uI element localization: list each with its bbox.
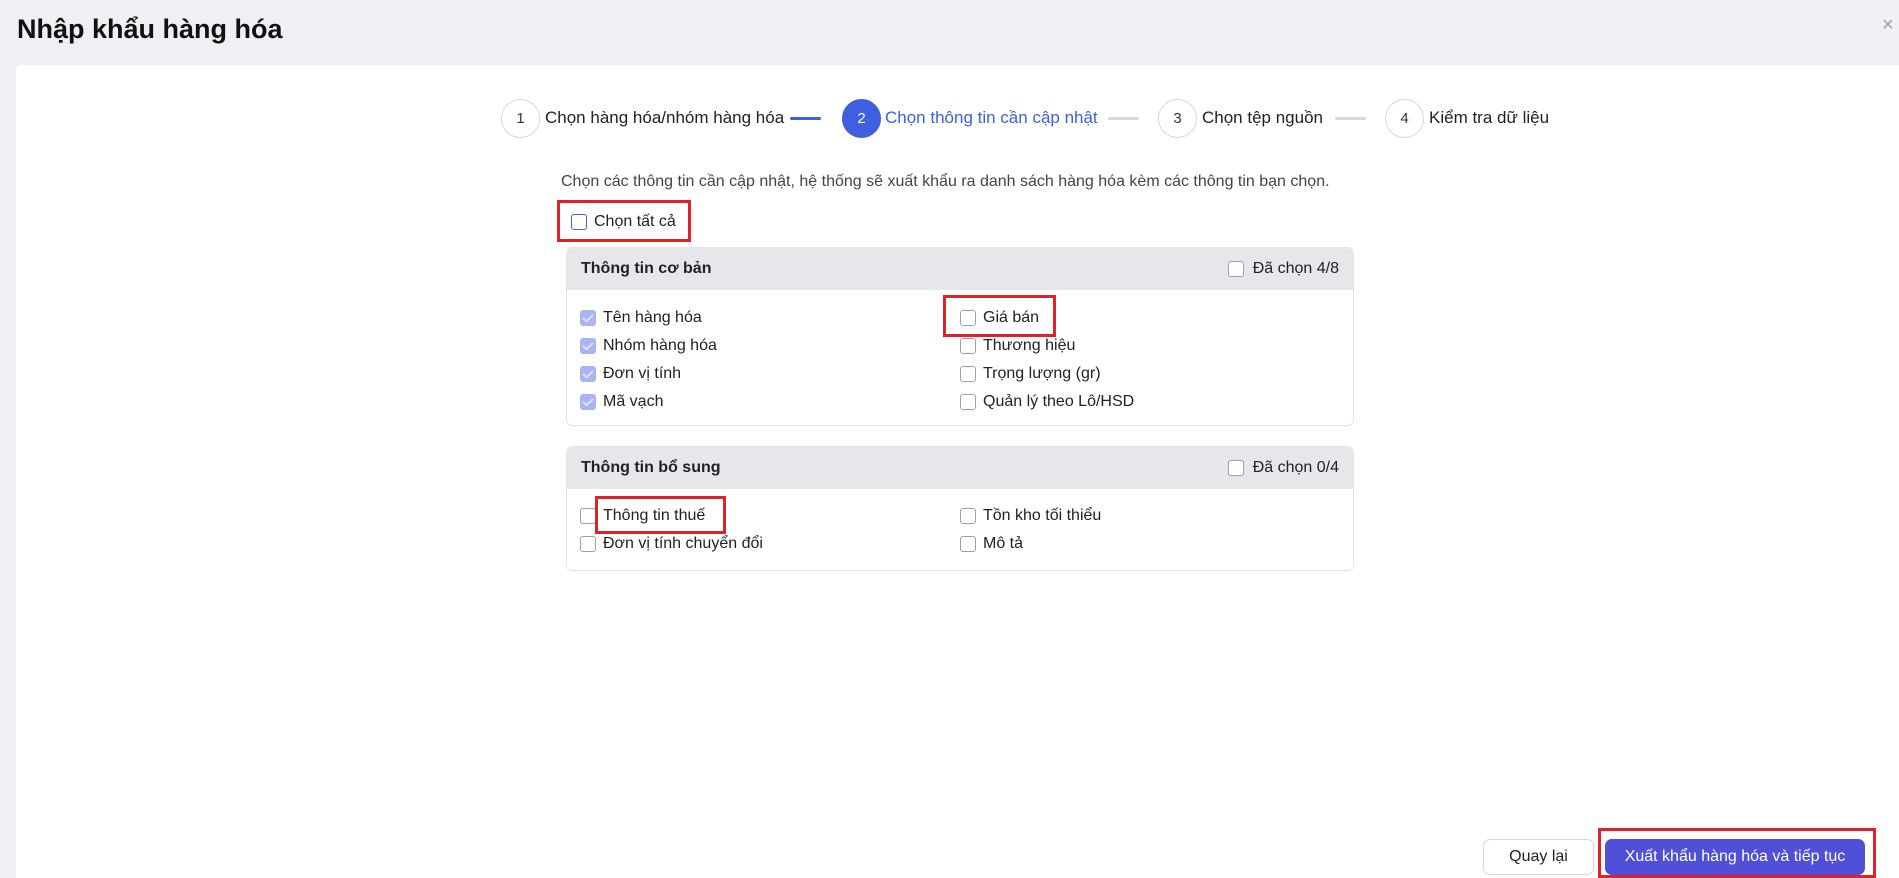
checkbox[interactable] bbox=[580, 366, 596, 382]
highlight-box bbox=[1598, 828, 1876, 878]
back-button[interactable]: Quay lại bbox=[1483, 839, 1594, 875]
option-label: Mã vạch bbox=[603, 393, 664, 410]
option-don-vi-tinh[interactable]: Đơn vị tính bbox=[580, 365, 681, 383]
option-label: Nhóm hàng hóa bbox=[603, 337, 717, 354]
checkbox[interactable] bbox=[960, 508, 976, 524]
step-1-label: Chọn hàng hóa/nhóm hàng hóa bbox=[545, 108, 785, 127]
checkbox[interactable] bbox=[960, 394, 976, 410]
option-quan-ly-lo-hsd[interactable]: Quản lý theo Lô/HSD bbox=[960, 393, 1134, 411]
option-ten-hang-hoa[interactable]: Tên hàng hóa bbox=[580, 309, 702, 327]
highlight-box bbox=[943, 295, 1056, 337]
checkbox[interactable] bbox=[580, 310, 596, 326]
checkbox[interactable] bbox=[960, 366, 976, 382]
instructions: Chọn các thông tin cần cập nhật, hệ thốn… bbox=[561, 173, 1330, 190]
group-select-all[interactable]: Đã chọn 0/4 bbox=[1227, 459, 1339, 477]
step-1-circle: 1 bbox=[501, 99, 540, 138]
checkbox[interactable] bbox=[1227, 460, 1244, 476]
option-label: Đơn vị tính bbox=[603, 365, 682, 382]
option-label: Trọng lượng (gr) bbox=[983, 365, 1101, 382]
step-2-label: Chọn thông tin cần cập nhật bbox=[885, 108, 1098, 127]
option-ma-vach[interactable]: Mã vạch bbox=[580, 393, 663, 411]
step-connector bbox=[1335, 117, 1366, 120]
option-ton-kho-toi-thieu[interactable]: Tồn kho tối thiểu bbox=[960, 507, 1101, 525]
checkbox[interactable] bbox=[960, 536, 976, 552]
checkbox[interactable] bbox=[1227, 261, 1244, 277]
group-title: Thông tin bổ sung bbox=[581, 459, 721, 476]
checkbox[interactable] bbox=[580, 394, 596, 410]
highlight-box bbox=[557, 200, 691, 242]
group-title: Thông tin cơ bản bbox=[581, 260, 712, 277]
option-don-vi-tinh-chuyen-doi[interactable]: Đơn vị tính chuyển đổi bbox=[580, 535, 763, 553]
option-thuong-hieu[interactable]: Thương hiệu bbox=[960, 337, 1075, 355]
step-3-circle: 3 bbox=[1158, 99, 1197, 138]
option-label: Tên hàng hóa bbox=[603, 309, 702, 326]
option-label: Mô tả bbox=[983, 535, 1024, 552]
checkbox[interactable] bbox=[580, 338, 596, 354]
selected-count: Đã chọn 4/8 bbox=[1252, 260, 1339, 277]
dialog-title: Nhập khẩu hàng hóa bbox=[17, 14, 283, 44]
checkbox[interactable] bbox=[580, 536, 596, 552]
step-connector bbox=[1108, 117, 1139, 120]
option-mo-ta[interactable]: Mô tả bbox=[960, 535, 1023, 553]
close-icon[interactable]: × bbox=[1882, 14, 1894, 37]
step-2-circle: 2 bbox=[842, 99, 881, 138]
option-label: Quản lý theo Lô/HSD bbox=[983, 393, 1135, 410]
checkbox[interactable] bbox=[580, 508, 596, 524]
step-3-label: Chọn tệp nguồn bbox=[1202, 108, 1323, 127]
checkbox[interactable] bbox=[960, 338, 976, 354]
option-label: Thương hiệu bbox=[983, 337, 1076, 354]
step-connector bbox=[790, 117, 821, 120]
selected-count: Đã chọn 0/4 bbox=[1252, 459, 1339, 476]
option-label: Đơn vị tính chuyển đổi bbox=[603, 535, 763, 552]
step-4-label: Kiểm tra dữ liệu bbox=[1429, 108, 1550, 127]
option-trong-luong[interactable]: Trọng lượng (gr) bbox=[960, 365, 1101, 383]
option-nhom-hang-hoa[interactable]: Nhóm hàng hóa bbox=[580, 337, 717, 355]
step-4-circle: 4 bbox=[1385, 99, 1424, 138]
highlight-box bbox=[595, 496, 726, 534]
option-label: Tồn kho tối thiểu bbox=[983, 507, 1102, 524]
group-select-all[interactable]: Đã chọn 4/8 bbox=[1227, 260, 1339, 278]
